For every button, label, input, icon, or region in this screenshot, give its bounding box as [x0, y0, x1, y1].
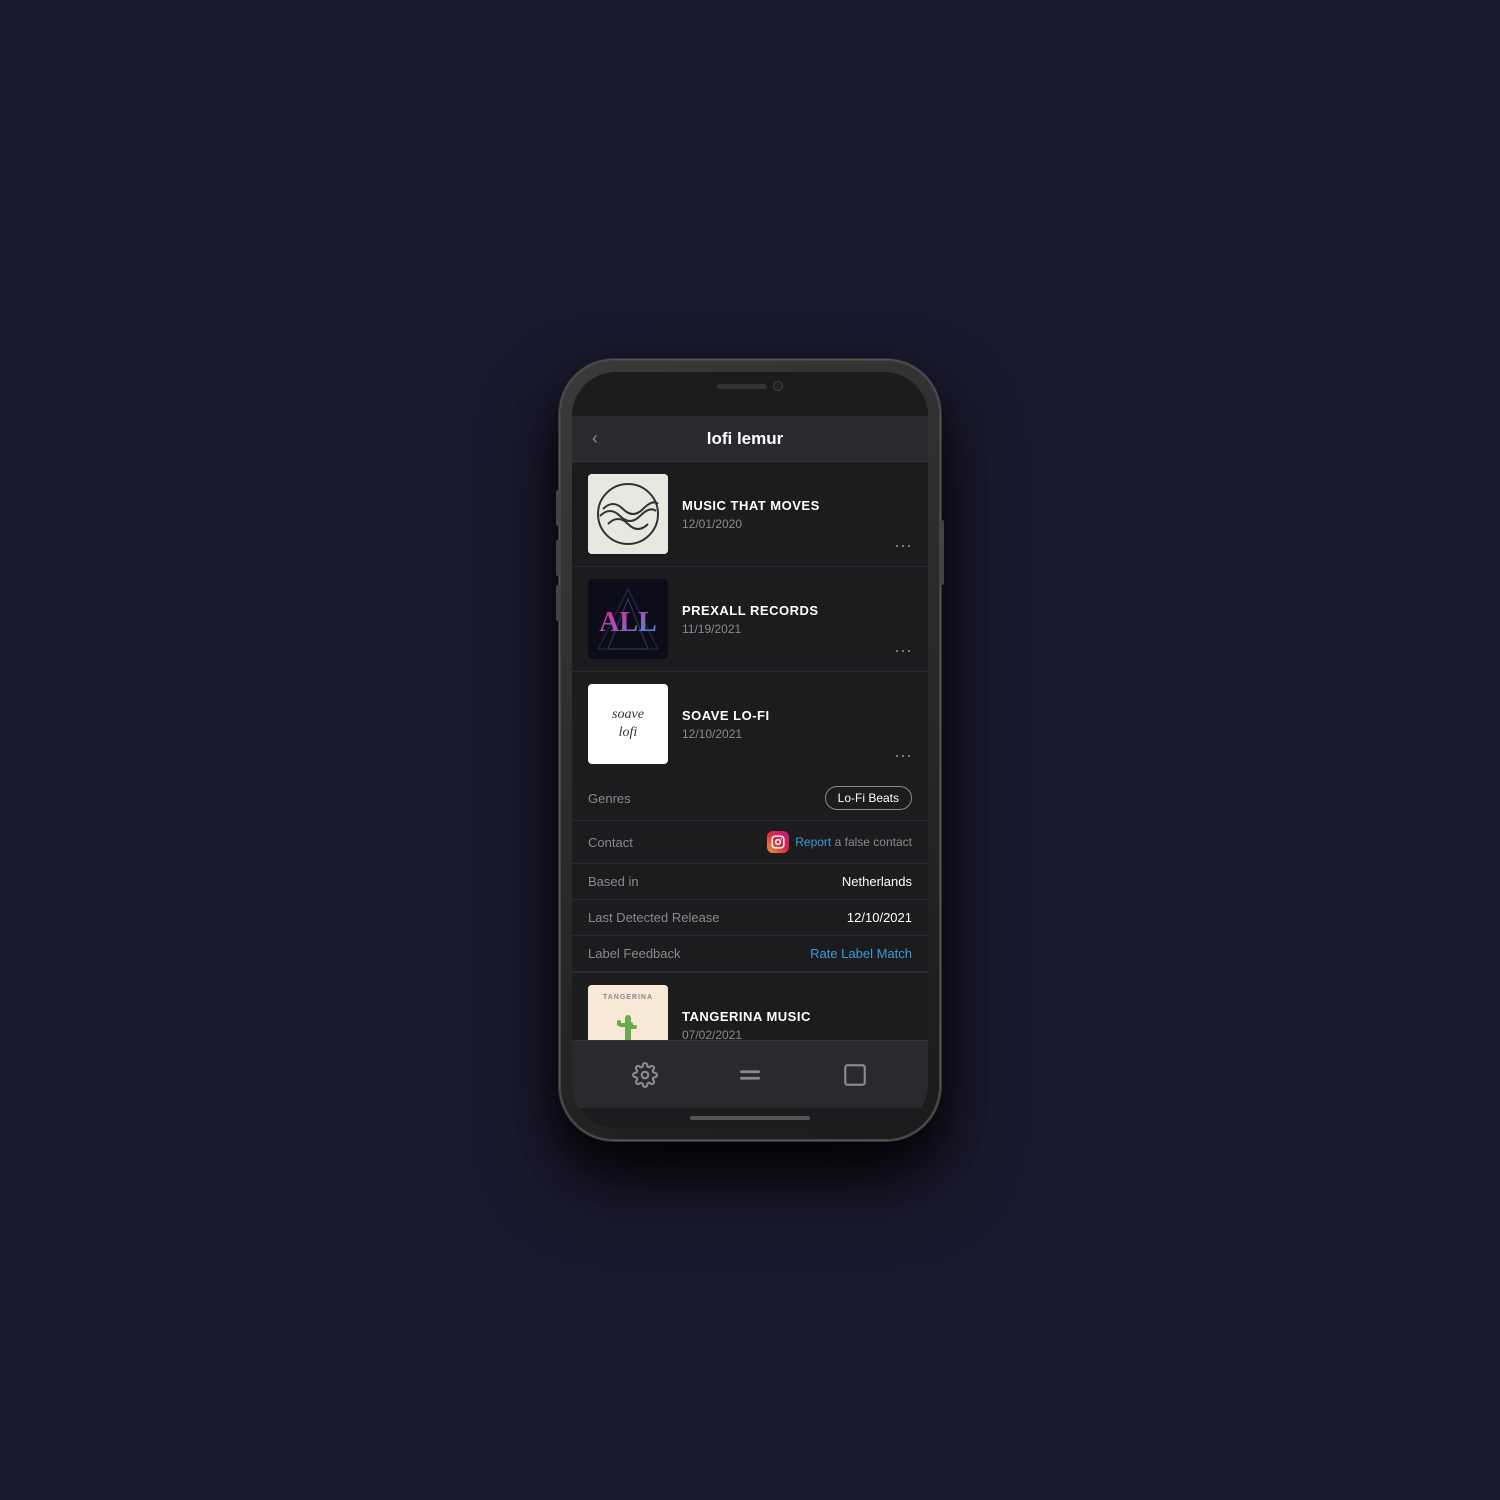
last-release-row: Last Detected Release 12/10/2021	[572, 900, 928, 936]
list-item[interactable]: soavelofi SOAVE LO-FI 12/10/2021 ···	[572, 672, 928, 776]
menu-tab[interactable]	[728, 1053, 772, 1097]
label-date: 12/10/2021	[682, 727, 912, 741]
list-item[interactable]: ALL PREXALL RECORDS	[572, 567, 928, 672]
label-date: 07/02/2021	[682, 1028, 912, 1041]
svg-text:ALL: ALL	[599, 607, 657, 638]
artwork-music-that-moves	[588, 474, 668, 554]
artwork-soave: soavelofi	[588, 684, 668, 764]
label-info: SOAVE LO-FI 12/10/2021	[682, 708, 912, 741]
artwork-tangerina: TANGERINA	[588, 985, 668, 1040]
header: ‹ lofi lemur	[572, 416, 928, 462]
list-item[interactable]: MUSIC THAT MOVES 12/01/2020 ···	[572, 462, 928, 567]
label-list[interactable]: MUSIC THAT MOVES 12/01/2020 ···	[572, 462, 928, 1040]
camera	[773, 381, 783, 391]
label-name: TANGERINA MUSIC	[682, 1009, 912, 1024]
last-release-label: Last Detected Release	[588, 910, 720, 925]
phone-frame: ‹ lofi lemur	[560, 360, 940, 1140]
feedback-label: Label Feedback	[588, 946, 681, 961]
genres-badge[interactable]: Lo-Fi Beats	[825, 786, 912, 810]
label-name: SOAVE LO-FI	[682, 708, 912, 723]
home-indicator	[572, 1108, 928, 1128]
label-date: 11/19/2021	[682, 622, 912, 636]
artwork-prexall: ALL	[588, 579, 668, 659]
based-in-row: Based in Netherlands	[572, 864, 928, 900]
back-button[interactable]: ‹	[592, 428, 598, 449]
based-in-value: Netherlands	[842, 874, 912, 889]
label-date: 12/01/2020	[682, 517, 912, 531]
more-options-button[interactable]: ···	[894, 745, 912, 766]
soave-section: soavelofi SOAVE LO-FI 12/10/2021 ··· Gen…	[572, 672, 928, 973]
genres-label: Genres	[588, 791, 631, 806]
based-in-label: Based in	[588, 874, 639, 889]
contact-label: Contact	[588, 835, 633, 850]
rate-label-match-button[interactable]: Rate Label Match	[810, 946, 912, 961]
instagram-icon[interactable]	[767, 831, 789, 853]
feedback-row: Label Feedback Rate Label Match	[572, 936, 928, 972]
genres-row: Genres Lo-Fi Beats	[572, 776, 928, 821]
phone-screen: ‹ lofi lemur	[572, 372, 928, 1128]
last-release-value: 12/10/2021	[847, 910, 912, 925]
contact-link[interactable]: Report a false contact	[767, 831, 912, 853]
label-name: MUSIC THAT MOVES	[682, 498, 912, 513]
more-options-button[interactable]: ···	[894, 535, 912, 556]
notch	[675, 372, 825, 400]
list-item[interactable]: TANGERINA	[572, 973, 928, 1040]
tab-bar	[572, 1040, 928, 1108]
label-name: PREXALL RECORDS	[682, 603, 912, 618]
settings-tab[interactable]	[623, 1053, 667, 1097]
home-bar	[690, 1116, 810, 1120]
speaker	[717, 384, 767, 389]
screen-content: ‹ lofi lemur	[572, 416, 928, 1128]
svg-text:TANGERINA: TANGERINA	[603, 994, 653, 1001]
label-info: PREXALL RECORDS 11/19/2021	[682, 603, 912, 636]
contact-row: Contact Report a false contact	[572, 821, 928, 864]
report-link[interactable]: Report a false contact	[795, 835, 912, 849]
page-title: lofi lemur	[610, 429, 880, 449]
label-info: TANGERINA MUSIC 07/02/2021	[682, 1009, 912, 1041]
square-tab[interactable]	[833, 1053, 877, 1097]
more-options-button[interactable]: ···	[894, 640, 912, 661]
label-info: MUSIC THAT MOVES 12/01/2020	[682, 498, 912, 531]
